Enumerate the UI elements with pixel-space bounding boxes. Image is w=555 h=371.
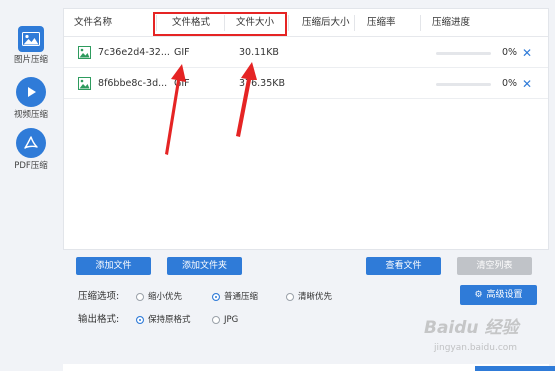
annotation-arrow xyxy=(165,64,186,155)
option-label: 缩小优先 xyxy=(148,292,183,302)
compress-option-normal[interactable]: 普通压缩 xyxy=(212,290,258,304)
gear-icon: ⚙ xyxy=(474,290,483,300)
output-format-row: 输出格式: 保持原格式 JPG xyxy=(78,313,328,327)
radio-icon[interactable] xyxy=(286,293,294,301)
option-label: JPG xyxy=(224,315,239,325)
radio-selected-icon[interactable] xyxy=(136,316,144,324)
advanced-settings-label: 高级设置 xyxy=(486,290,523,300)
option-label: 保持原格式 xyxy=(148,315,191,325)
format-option-original[interactable]: 保持原格式 xyxy=(136,313,191,327)
compress-option-smaller[interactable]: 缩小优先 xyxy=(136,290,182,304)
output-format-label: 输出格式: xyxy=(78,314,120,325)
baidu-watermark: Baidu 经验 jingyan.baidu.com xyxy=(424,313,544,361)
format-option-jpg[interactable]: JPG xyxy=(212,313,238,327)
add-file-button[interactable]: 添加文件 xyxy=(76,257,151,275)
clear-list-button[interactable]: 清空列表 xyxy=(457,257,532,275)
radio-icon[interactable] xyxy=(136,293,144,301)
option-label: 普通压缩 xyxy=(224,292,259,302)
radio-icon[interactable] xyxy=(212,316,220,324)
compress-options-label: 压缩选项: xyxy=(78,291,120,302)
compress-option-clearer[interactable]: 清晰优先 xyxy=(286,290,332,304)
add-folder-button[interactable]: 添加文件夹 xyxy=(167,257,242,275)
advanced-settings-button[interactable]: ⚙ 高级设置 xyxy=(460,285,537,305)
annotation-arrow xyxy=(236,62,257,137)
view-file-button[interactable]: 查看文件 xyxy=(366,257,441,275)
option-label: 清晰优先 xyxy=(298,292,333,302)
start-compress-button[interactable] xyxy=(475,366,555,371)
radio-selected-icon[interactable] xyxy=(212,293,220,301)
compress-options-row: 压缩选项: 缩小优先 普通压缩 清晰优先 xyxy=(78,290,378,304)
watermark-url: jingyan.baidu.com xyxy=(434,343,518,353)
watermark-text: Baidu 经验 xyxy=(424,318,519,338)
